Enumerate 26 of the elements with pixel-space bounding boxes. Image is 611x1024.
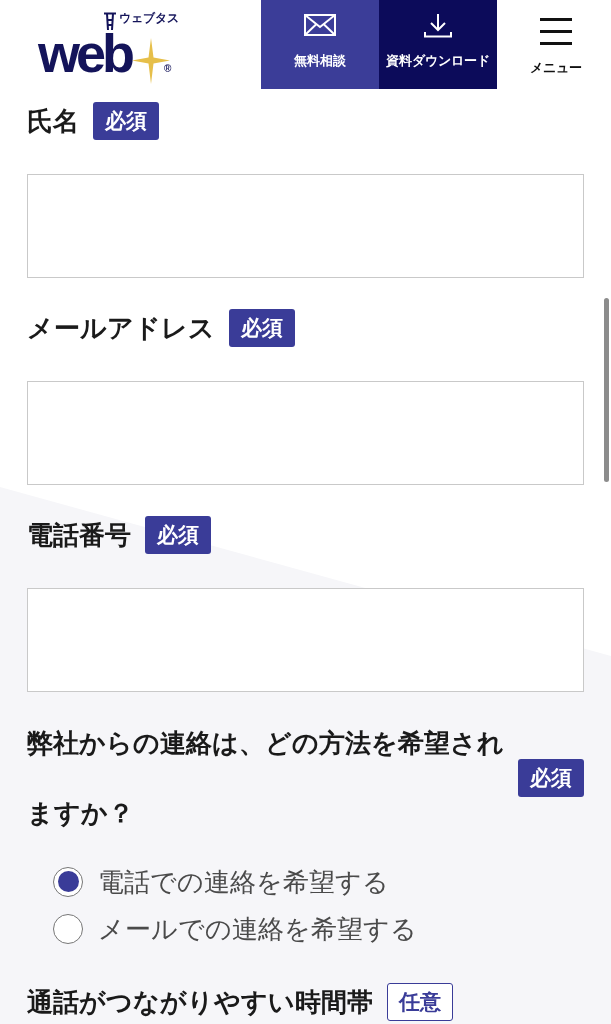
menu-button[interactable]: メニュー xyxy=(523,0,589,89)
consultation-button[interactable]: 無料相談 xyxy=(261,0,379,89)
download-icon xyxy=(423,14,453,38)
field-label: 電話番号 xyxy=(27,519,131,552)
required-badge: 必須 xyxy=(518,759,584,797)
field-label: 氏名 xyxy=(27,105,79,138)
tower-icon xyxy=(103,12,117,30)
menu-icon xyxy=(540,18,572,45)
required-badge: 必須 xyxy=(93,102,159,140)
optional-badge: 任意 xyxy=(387,983,453,1021)
text-field[interactable] xyxy=(27,381,584,485)
option-label: 電話での連絡を希望する xyxy=(98,868,389,895)
required-badge: 必須 xyxy=(229,309,295,347)
required-badge: 必須 xyxy=(145,516,211,554)
option-label: メールでの連絡を希望する xyxy=(98,915,417,942)
download-button[interactable]: 資料ダウンロード xyxy=(379,0,497,89)
field-label: メールアドレス xyxy=(27,312,215,345)
field-label: 通話がつながりやすい時間帯 xyxy=(27,986,373,1019)
question-label: 弊社からの連絡は、どの方法を希望されますか？ xyxy=(27,727,505,830)
envelope-icon xyxy=(304,14,336,36)
registered-mark: ® xyxy=(164,64,172,74)
scrollbar-thumb[interactable] xyxy=(604,298,609,482)
text-field[interactable] xyxy=(27,174,584,278)
logo-reading: ウェブタス xyxy=(119,12,179,24)
logo-wordmark[interactable]: web xyxy=(38,26,132,80)
text-field[interactable] xyxy=(27,588,584,692)
